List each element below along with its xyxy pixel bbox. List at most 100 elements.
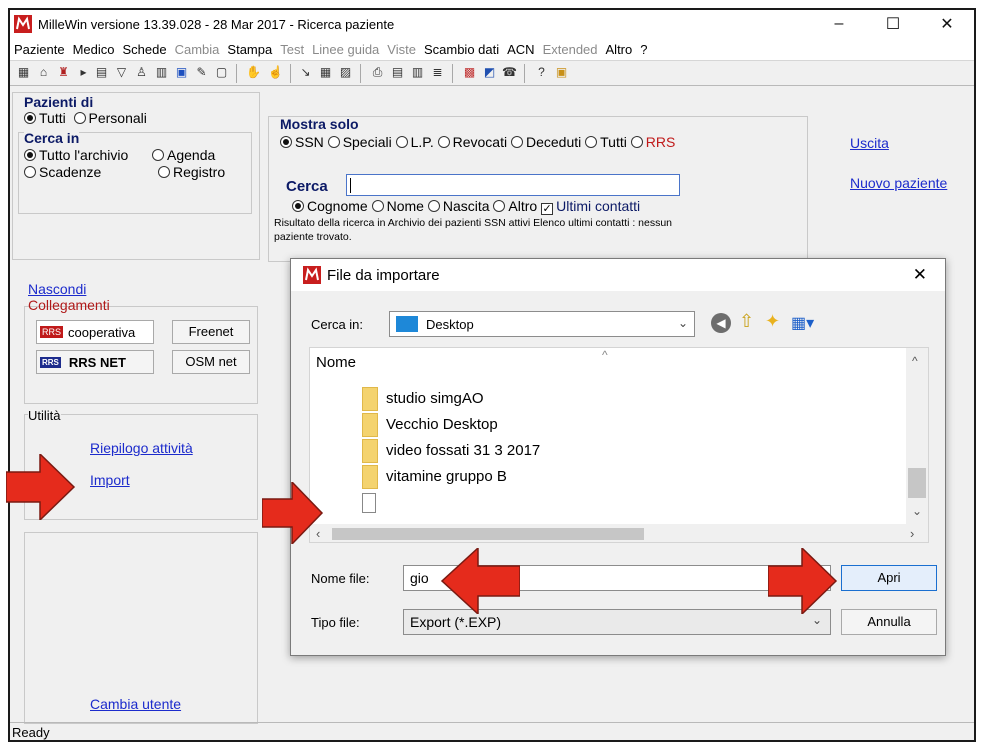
radio-tutto-archivio[interactable]: Tutto l'archivio bbox=[24, 147, 128, 163]
cerca-input[interactable] bbox=[346, 174, 680, 196]
pointer-icon[interactable]: ☝ bbox=[268, 65, 283, 80]
import-link[interactable]: Import bbox=[90, 472, 130, 488]
title-bar[interactable]: MilleWin versione 13.39.028 - 28 Mar 201… bbox=[10, 10, 974, 38]
menu-extended[interactable]: Extended bbox=[543, 42, 598, 57]
menu-paziente[interactable]: Paziente bbox=[14, 42, 65, 57]
menu-medico[interactable]: Medico bbox=[73, 42, 115, 57]
file-row[interactable]: studio simgAO bbox=[362, 386, 484, 412]
radio-label: Speciali bbox=[342, 134, 392, 150]
hand-icon[interactable]: ✋ bbox=[246, 65, 261, 80]
radio-tutti[interactable]: Tutti bbox=[24, 110, 66, 126]
cambia-utente-link[interactable]: Cambia utente bbox=[90, 696, 181, 712]
folder-icon bbox=[362, 465, 378, 490]
window-icon[interactable]: ▣ bbox=[174, 65, 189, 80]
file-list[interactable]: Nome ^ studio simgAO Vecchio Desktop vid… bbox=[309, 347, 929, 543]
document-icon[interactable]: ▤ bbox=[94, 65, 109, 80]
radio-tutti-mostra[interactable]: Tutti bbox=[585, 134, 627, 150]
location-dropdown[interactable]: Desktop ⌄ bbox=[389, 311, 695, 337]
vertical-scrollbar[interactable]: ^ ⌄ bbox=[906, 348, 928, 524]
menu-altro[interactable]: Altro bbox=[606, 42, 633, 57]
document-icon bbox=[362, 493, 376, 514]
cooperativa-button[interactable]: RRS cooperativa bbox=[36, 320, 154, 344]
maximize-button[interactable]: ☐ bbox=[870, 10, 916, 38]
report-icon[interactable]: ◩ bbox=[482, 65, 497, 80]
menu-acn[interactable]: ACN bbox=[507, 42, 534, 57]
menu-viste[interactable]: Viste bbox=[387, 42, 416, 57]
stamp-icon[interactable]: ♜ bbox=[56, 65, 71, 80]
back-icon[interactable]: ◀ bbox=[711, 313, 731, 333]
nascondi-link[interactable]: Nascondi bbox=[28, 281, 86, 297]
radio-rrs[interactable]: RRS bbox=[630, 134, 676, 150]
radio-agenda[interactable]: Agenda bbox=[152, 147, 215, 163]
radio-personali[interactable]: Personali bbox=[73, 110, 147, 126]
book-icon[interactable]: ▥ bbox=[154, 65, 169, 80]
apri-button[interactable]: Apri bbox=[841, 565, 937, 591]
printer-icon[interactable]: ⎙ bbox=[370, 65, 385, 80]
hscroll-thumb[interactable] bbox=[332, 528, 644, 540]
uscita-link[interactable]: Uscita bbox=[850, 135, 889, 151]
radio-nome[interactable]: Nome bbox=[371, 198, 424, 214]
radio-lp[interactable]: L.P. bbox=[395, 134, 434, 150]
radio-nascita[interactable]: Nascita bbox=[427, 198, 490, 214]
freenet-button[interactable]: Freenet bbox=[172, 320, 250, 344]
notes-icon[interactable]: ▣ bbox=[554, 65, 569, 80]
nome-column-header[interactable]: Nome bbox=[316, 354, 356, 371]
radio-speciali[interactable]: Speciali bbox=[327, 134, 392, 150]
file-row[interactable]: Vecchio Desktop bbox=[362, 412, 498, 438]
rrs-net-button[interactable]: RRS RRS NET bbox=[36, 350, 154, 374]
radio-cognome[interactable]: Cognome bbox=[292, 198, 368, 214]
calculator-icon[interactable]: ▦ bbox=[16, 65, 31, 80]
close-button[interactable]: ✕ bbox=[924, 10, 970, 38]
frame-icon[interactable]: ▢ bbox=[214, 65, 229, 80]
annulla-button[interactable]: Annulla bbox=[841, 609, 937, 635]
menu-stampa[interactable]: Stampa bbox=[227, 42, 272, 57]
print-sheet-icon[interactable]: ▥ bbox=[410, 65, 425, 80]
menu-scambio-dati[interactable]: Scambio dati bbox=[424, 42, 499, 57]
file-row[interactable]: vitamine gruppo B bbox=[362, 464, 507, 490]
radio-registro[interactable]: Registro bbox=[158, 164, 225, 180]
toolbar-separator bbox=[290, 64, 291, 83]
riepilogo-attivita-link[interactable]: Riepilogo attività bbox=[90, 440, 193, 456]
tree-icon[interactable]: ≣ bbox=[430, 65, 445, 80]
dialog-close-icon[interactable]: ✕ bbox=[913, 265, 927, 285]
edit-icon[interactable]: ✎ bbox=[194, 65, 209, 80]
nuovo-paziente-link[interactable]: Nuovo paziente bbox=[850, 175, 947, 191]
phone-icon[interactable]: ☎ bbox=[502, 65, 517, 80]
image-icon[interactable]: ▨ bbox=[338, 65, 353, 80]
dialog-title-bar[interactable]: File da importare ✕ bbox=[291, 259, 945, 291]
help-icon[interactable]: ? bbox=[534, 65, 549, 80]
up-folder-icon[interactable]: ⇧ bbox=[739, 311, 754, 332]
radio-ssn[interactable]: SSN bbox=[280, 134, 324, 150]
chart-icon[interactable]: ▩ bbox=[462, 65, 477, 80]
radio-deceduti[interactable]: Deceduti bbox=[510, 134, 581, 150]
osm-net-button[interactable]: OSM net bbox=[172, 350, 250, 374]
scroll-down-icon[interactable]: ⌄ bbox=[912, 504, 922, 518]
ultimi-contatti-checkbox[interactable]: ✓ Ultimi contatti bbox=[541, 198, 640, 215]
scroll-right-icon[interactable]: › bbox=[910, 526, 914, 541]
menu-schede[interactable]: Schede bbox=[123, 42, 167, 57]
file-row[interactable]: video fossati 31 3 2017 bbox=[362, 438, 540, 464]
menu-cambia[interactable]: Cambia bbox=[175, 42, 220, 57]
grid-icon[interactable]: ▦ bbox=[318, 65, 333, 80]
horizontal-scrollbar[interactable]: ‹ › bbox=[310, 524, 928, 542]
file-row[interactable] bbox=[362, 490, 376, 516]
radio-revocati[interactable]: Revocati bbox=[437, 134, 507, 150]
filter-icon[interactable]: ▽ bbox=[114, 65, 129, 80]
menu-help[interactable]: ? bbox=[640, 42, 647, 57]
radio-label: RRS bbox=[645, 134, 676, 150]
minimize-button[interactable]: – bbox=[816, 10, 862, 38]
new-folder-icon[interactable]: ✦ bbox=[765, 311, 780, 332]
syringe-icon[interactable]: ↘ bbox=[298, 65, 313, 80]
file-name: studio simgAO bbox=[386, 390, 484, 407]
scroll-up-icon[interactable]: ^ bbox=[912, 354, 918, 368]
menu-linee-guida[interactable]: Linee guida bbox=[312, 42, 379, 57]
people-icon[interactable]: ♙ bbox=[134, 65, 149, 80]
radio-altro[interactable]: Altro bbox=[493, 198, 537, 214]
view-menu-icon[interactable]: ▦▾ bbox=[791, 313, 814, 333]
print-list-icon[interactable]: ▤ bbox=[390, 65, 405, 80]
scroll-thumb[interactable] bbox=[908, 468, 926, 498]
radio-scadenze[interactable]: Scadenze bbox=[24, 164, 101, 180]
building-icon[interactable]: ⌂ bbox=[36, 65, 51, 80]
menu-test[interactable]: Test bbox=[280, 42, 304, 57]
play-icon[interactable]: ▸ bbox=[76, 65, 91, 80]
